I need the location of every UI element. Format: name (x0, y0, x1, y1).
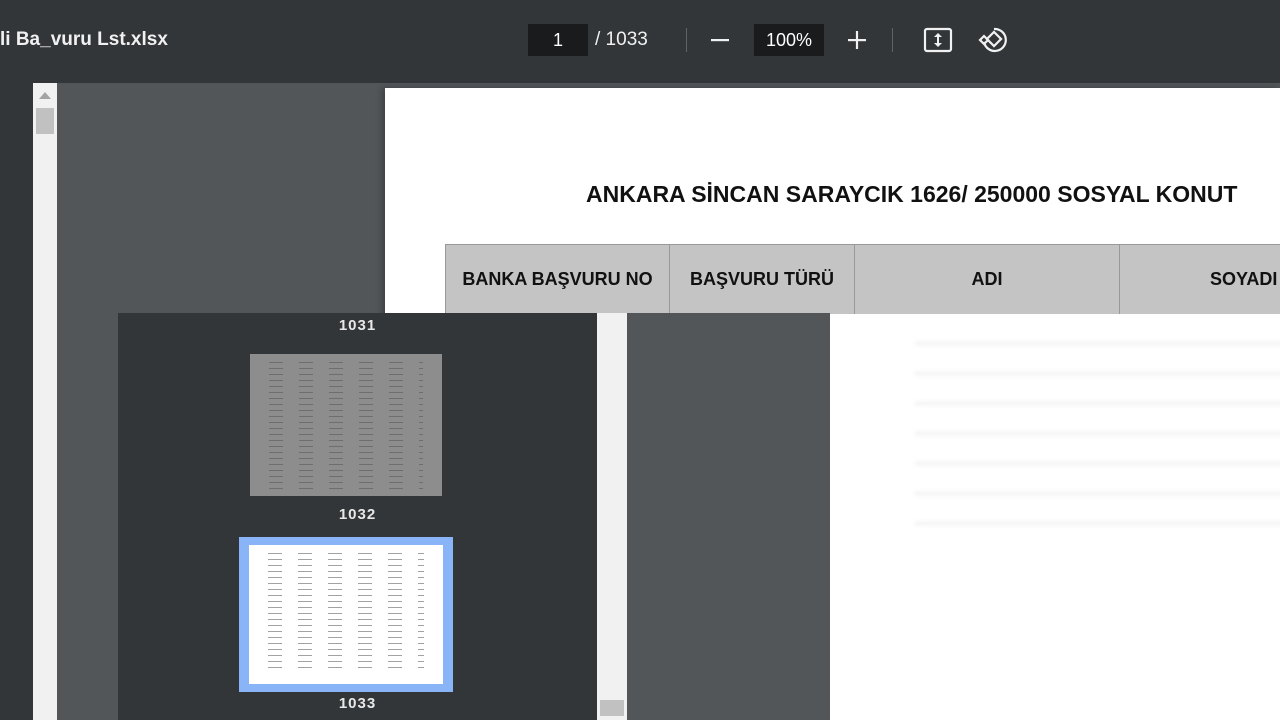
viewer-background (627, 313, 830, 720)
column-header: ADI (855, 245, 1120, 314)
thumbnail-page-number: 1032 (338, 506, 377, 523)
zoom-in-button[interactable] (841, 24, 873, 56)
scroll-up-arrow-icon[interactable] (39, 92, 51, 99)
column-header: BANKA BAŞVURU NO (446, 245, 670, 314)
plus-icon (848, 31, 866, 49)
scrollbar-thumb[interactable] (600, 700, 624, 716)
thumbnail-scrollbar[interactable] (597, 313, 627, 720)
thumbnail-page-selected[interactable] (249, 545, 443, 684)
thumbnail-page[interactable] (250, 354, 442, 496)
rotate-icon (978, 27, 1007, 53)
toolbar-divider (892, 28, 893, 52)
thumbnail-panel: 1031 1032 1033 (118, 313, 597, 720)
blurred-table-rows (915, 313, 1280, 524)
fit-to-page-button[interactable] (922, 24, 954, 56)
page-number-input[interactable] (528, 24, 588, 56)
column-header: SOYADI (1210, 269, 1278, 289)
rotate-button[interactable] (977, 24, 1009, 56)
zoom-level-input[interactable]: 100% (754, 24, 824, 56)
fit-page-icon (923, 27, 953, 53)
scrollbar-thumb[interactable] (36, 108, 54, 134)
thumbnail-page-number: 1033 (338, 695, 377, 712)
pdf-toolbar: li Ba_vuru Lst.xlsx / 1033 100% (0, 0, 1280, 83)
page-total-label: / 1033 (595, 29, 648, 50)
table-header-row: BANKA BAŞVURU NO BAŞVURU TÜRÜ ADI SOYADI (445, 244, 1280, 314)
minus-icon (711, 39, 729, 42)
column-header: BAŞVURU TÜRÜ (670, 245, 855, 314)
thumbnail-page-number: 1031 (338, 317, 377, 334)
sidebar-panel (0, 83, 33, 720)
toolbar-divider (686, 28, 687, 52)
document-heading: ANKARA SİNCAN SARAYCIK 1626/ 250000 SOSY… (586, 181, 1238, 207)
sidebar-scrollbar[interactable] (33, 83, 57, 720)
zoom-out-button[interactable] (704, 24, 736, 56)
document-title: li Ba_vuru Lst.xlsx (0, 29, 168, 50)
